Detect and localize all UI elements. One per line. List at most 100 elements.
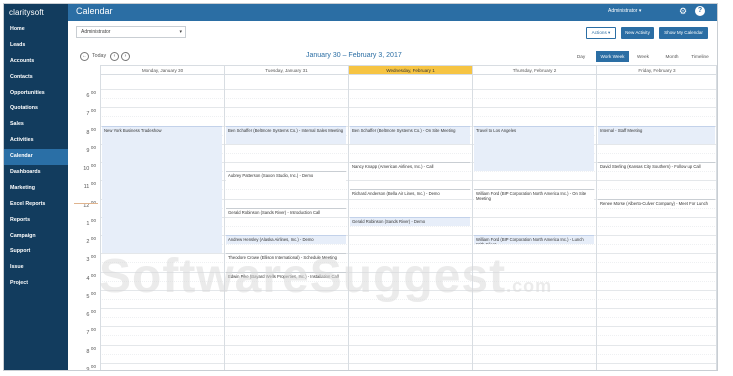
view-month-button[interactable]: Month: [659, 51, 685, 62]
time-label: 1 00: [74, 218, 96, 227]
time-minutes: 00: [90, 108, 96, 114]
time-minutes: 00: [90, 236, 96, 241]
sidebar-item-leads[interactable]: Leads: [4, 38, 68, 54]
chevron-right-icon[interactable]: ›: [121, 52, 130, 61]
calendar-event[interactable]: Ben Schaffer (Beltmore Systems Co.) - In…: [226, 125, 346, 144]
sidebar-item-activities[interactable]: Activities: [4, 133, 68, 149]
sidebar-item-project[interactable]: Project: [4, 276, 68, 292]
hour-line: [100, 326, 717, 328]
help-icon[interactable]: ?: [695, 6, 705, 16]
calendar-event[interactable]: Internal - Staff Meeting: [598, 125, 715, 144]
back-circle-icon[interactable]: ←: [80, 52, 89, 61]
day-column-divider: [348, 65, 349, 370]
sidebar: claritysoft Home Leads Accounts Contacts Opp…: [4, 4, 68, 370]
show-my-calendar-button[interactable]: Show My Calendar: [659, 27, 708, 39]
half-hour-line: [100, 98, 717, 100]
actions-button[interactable]: Actions ▾: [586, 27, 616, 39]
sidebar-item-opportunities[interactable]: Opportunities: [4, 86, 68, 102]
sidebar-item-quotations[interactable]: Quotations: [4, 101, 68, 117]
time-label: 3 00: [74, 254, 96, 263]
calendar-event[interactable]: Richard Anderson (Bella Air Lines, Inc.)…: [350, 189, 470, 199]
calendar-event[interactable]: Travel to Los Angeles: [474, 125, 594, 172]
calendar-grid: Monday, January 30 Tuesday, January 31 Wed…: [74, 65, 717, 370]
calendar-event[interactable]: Gerald Robinson (Sands River) - Introduc…: [226, 207, 346, 217]
new-activity-button[interactable]: New Activity: [621, 27, 654, 39]
sidebar-item-marketing[interactable]: Marketing: [4, 181, 68, 197]
calendar-event[interactable]: Nancy Knapp (American Airlines, Inc.) - …: [350, 162, 470, 172]
claritysoft-logo[interactable]: claritysoft: [4, 4, 68, 22]
today-button[interactable]: Today: [92, 53, 106, 59]
user-select-value: Administrator: [81, 29, 111, 35]
day-column-divider: [100, 65, 101, 370]
user-menu[interactable]: Administrator ▾: [608, 8, 641, 14]
calendar-event[interactable]: New York Business Tradeshow: [102, 125, 222, 254]
time-minutes: 00: [90, 144, 96, 150]
date-range-title: January 30 – February 3, 2017: [306, 52, 402, 59]
time-hour: 6: [86, 92, 90, 99]
day-header[interactable]: Monday, January 30: [100, 65, 224, 75]
time-label: 4 00: [74, 273, 96, 282]
sidebar-item-home[interactable]: Home: [4, 22, 68, 38]
sidebar-item-reports[interactable]: Reports: [4, 213, 68, 229]
time-label: 9 00: [74, 145, 96, 154]
calendar-event[interactable]: William Ford (BIP Corporation North Amer…: [474, 189, 594, 208]
half-hour-line: [100, 353, 717, 355]
day-column-divider: [224, 65, 225, 370]
calendar-event[interactable]: Gerald Robinson (Sands River) - Demo: [350, 216, 470, 226]
day-header[interactable]: Thursday, February 2: [472, 65, 596, 75]
day-header[interactable]: Tuesday, January 31: [224, 65, 348, 75]
half-hour-line: [100, 317, 717, 319]
sidebar-item-campaign[interactable]: Campaign: [4, 229, 68, 245]
calendar-event[interactable]: David Sterling (Kansas City Southern) - …: [598, 162, 715, 172]
chevron-down-icon: ▾: [179, 29, 182, 35]
time-hour: 10: [83, 165, 90, 172]
calendar-event[interactable]: Andrew Hensley (Alaska Airlines, Inc.) -…: [226, 235, 346, 245]
calendar-event[interactable]: Aubrey Patterson (Saxon Studio, Inc.) - …: [226, 171, 346, 190]
view-week-button[interactable]: Week: [633, 51, 653, 62]
time-label: 5 00: [74, 291, 96, 300]
sidebar-item-issue[interactable]: Issue: [4, 260, 68, 276]
hour-line: [100, 89, 717, 90]
calendar-event[interactable]: William Ford (BIP Corporation North Amer…: [474, 235, 594, 245]
sidebar-item-contacts[interactable]: Contacts: [4, 70, 68, 86]
sidebar-item-dashboards[interactable]: Dashboards: [4, 165, 68, 181]
app-window: claritysoft Home Leads Accounts Contacts Opp…: [3, 3, 718, 371]
time-label: 9 00: [74, 364, 96, 370]
time-hour: 6: [86, 311, 90, 318]
time-label: 7 00: [74, 108, 96, 117]
half-hour-line: [100, 262, 717, 264]
time-minutes: 00: [90, 126, 96, 132]
time-label: 6 00: [74, 90, 96, 99]
time-hour: 3: [86, 257, 90, 264]
time-label: 8 00: [74, 346, 96, 355]
main-content: Calendar Administrator ▾ ⚙ ? Administrat…: [68, 4, 717, 370]
calendar-event[interactable]: Edwin Pike (Bayard Wells Properties, Inc…: [226, 271, 346, 281]
sidebar-item-support[interactable]: Support: [4, 244, 68, 260]
half-hour-line: [100, 335, 717, 337]
sidebar-item-sales[interactable]: Sales: [4, 117, 68, 133]
current-time-indicator: [74, 202, 98, 204]
half-hour-line: [100, 298, 717, 300]
day-header[interactable]: Friday, February 3: [596, 65, 717, 75]
calendar-event[interactable]: Theodore Crowe (Ellison International) -…: [226, 253, 346, 263]
time-label: 10 00: [74, 163, 96, 172]
time-label: 11 00: [74, 181, 96, 190]
chevron-left-icon[interactable]: ‹: [110, 52, 119, 61]
calendar-event[interactable]: Renee Morse (Alberto-Culver Company) - M…: [598, 198, 715, 208]
user-select[interactable]: Administrator ▾: [76, 26, 186, 38]
view-timeline-button[interactable]: Timeline: [689, 51, 711, 62]
time-hour: 4: [86, 275, 90, 282]
time-label: 12 00: [74, 200, 96, 209]
day-header[interactable]: Wednesday, February 1: [348, 65, 472, 75]
time-minutes: 00: [90, 272, 96, 278]
sidebar-item-excel-reports[interactable]: Excel Reports: [4, 197, 68, 213]
half-hour-line: [100, 116, 717, 118]
sidebar-item-calendar[interactable]: Calendar: [4, 149, 68, 166]
gear-icon[interactable]: ⚙: [679, 6, 687, 17]
time-minutes: 00: [90, 309, 96, 314]
view-day-button[interactable]: Day: [573, 51, 589, 62]
sidebar-item-accounts[interactable]: Accounts: [4, 54, 68, 70]
view-work-week-button[interactable]: Work Week: [596, 51, 629, 62]
calendar-event[interactable]: Ben Schaffer (Beltmore Systems Co.) - On…: [350, 125, 470, 144]
time-label: 2 00: [74, 236, 96, 245]
